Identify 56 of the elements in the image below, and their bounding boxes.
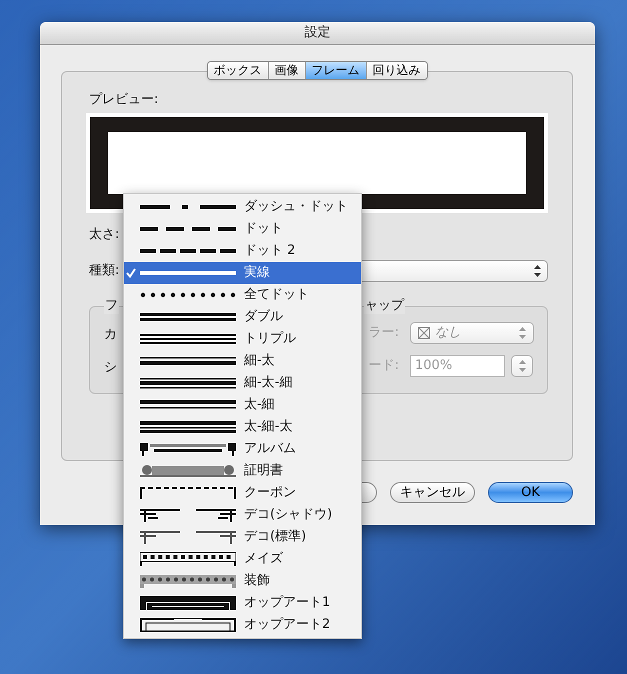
- field-label: カ: [104, 327, 117, 343]
- menu-item[interactable]: デコ(標準): [124, 526, 361, 548]
- menu-item[interactable]: アルバム: [124, 438, 361, 460]
- menu-item[interactable]: 全てドット: [124, 284, 361, 306]
- striped-border-icon: [140, 596, 236, 610]
- tab[interactable]: 画像: [268, 62, 304, 79]
- triple-line-icon: [140, 420, 236, 434]
- stepper-icon: [518, 360, 526, 372]
- triple-line-icon: [140, 376, 236, 390]
- shade-label: ード:: [368, 357, 399, 376]
- ornate-border-icon: [140, 442, 236, 456]
- menu-item[interactable]: オップアート1: [124, 592, 361, 614]
- menu-item[interactable]: ダブル: [124, 306, 361, 328]
- style-label: 種類:: [89, 262, 120, 280]
- color-label: ラー:: [368, 324, 399, 342]
- menu-item[interactable]: 実線: [124, 262, 361, 284]
- corner-border-icon: [140, 530, 236, 544]
- corner-border-icon: [140, 508, 236, 522]
- maze-border-icon: [140, 552, 236, 566]
- menu-item[interactable]: トリプル: [124, 328, 361, 350]
- menu-item[interactable]: メイズ: [124, 548, 361, 570]
- preview-label: プレビュー:: [88, 92, 160, 108]
- menu-item[interactable]: 証明書: [124, 460, 361, 482]
- menu-item[interactable]: オップアート2: [124, 614, 361, 636]
- tab[interactable]: ボックス: [208, 62, 268, 79]
- crossed-box-icon: [418, 327, 430, 339]
- menu-item[interactable]: ドット 2: [124, 240, 361, 262]
- menu-item[interactable]: 太-細: [124, 394, 361, 416]
- shade-stepper[interactable]: [511, 355, 533, 377]
- ok-button[interactable]: OK: [488, 482, 573, 503]
- tab[interactable]: フレーム: [304, 62, 366, 79]
- dashed-border-icon: [140, 486, 236, 500]
- menu-item[interactable]: 太-細-太: [124, 416, 361, 438]
- thickness-label: 太さ:: [89, 226, 120, 244]
- triple-line-icon: [140, 332, 236, 346]
- menu-item[interactable]: ダッシュ・ドット: [124, 196, 361, 218]
- menu-item[interactable]: 細-太: [124, 350, 361, 372]
- menu-item[interactable]: デコ(シャドウ): [124, 504, 361, 526]
- menu-item[interactable]: 装飾: [124, 570, 361, 592]
- ornate-border-icon: [140, 464, 236, 478]
- double-line-icon: [140, 354, 236, 368]
- field-label: シ: [104, 360, 117, 376]
- tab[interactable]: 回り込み: [366, 62, 426, 79]
- double-line-icon: [140, 310, 236, 324]
- checkmark-icon: [126, 268, 136, 278]
- menu-item[interactable]: ドット: [124, 218, 361, 240]
- menu-item[interactable]: クーポン: [124, 482, 361, 504]
- group-title: フ: [104, 298, 119, 314]
- menu-item[interactable]: 細-太-細: [124, 372, 361, 394]
- stepper-icon: [534, 265, 541, 277]
- ornate-border-icon: [140, 574, 236, 588]
- stepper-icon: [519, 327, 526, 339]
- window-title: 設定: [304, 24, 330, 42]
- group-title: ャップ: [364, 298, 405, 314]
- cancel-button[interactable]: キャンセル: [390, 482, 475, 503]
- striped-border-icon: [140, 618, 236, 632]
